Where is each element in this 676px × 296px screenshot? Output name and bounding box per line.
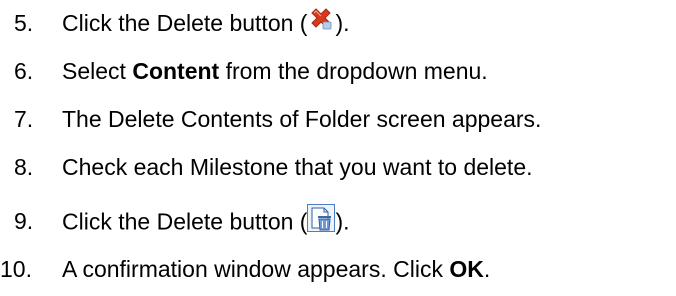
step-number: 8. <box>14 154 34 180</box>
step-number: 9. <box>14 208 34 234</box>
step-text: Click the Delete button ( ). <box>62 204 350 241</box>
step-number: 5. <box>14 10 34 36</box>
step-text: Click the Delete button ( ). <box>62 8 350 41</box>
step-text: Check each Milestone that you want to de… <box>62 154 533 180</box>
instruction-steps: 5. Click the Delete button ( ). 6. Selec… <box>0 0 676 296</box>
step-number: 7. <box>14 106 34 132</box>
step-number: 10. <box>0 256 32 282</box>
step-text: The Delete Contents of Folder screen app… <box>62 106 542 132</box>
delete-x-icon <box>307 6 335 39</box>
step-text: A confirmation window appears. Click OK. <box>62 256 491 282</box>
step-number: 6. <box>14 58 34 84</box>
delete-trash-icon <box>307 204 336 239</box>
step-text: Select Content from the dropdown menu. <box>62 58 488 84</box>
